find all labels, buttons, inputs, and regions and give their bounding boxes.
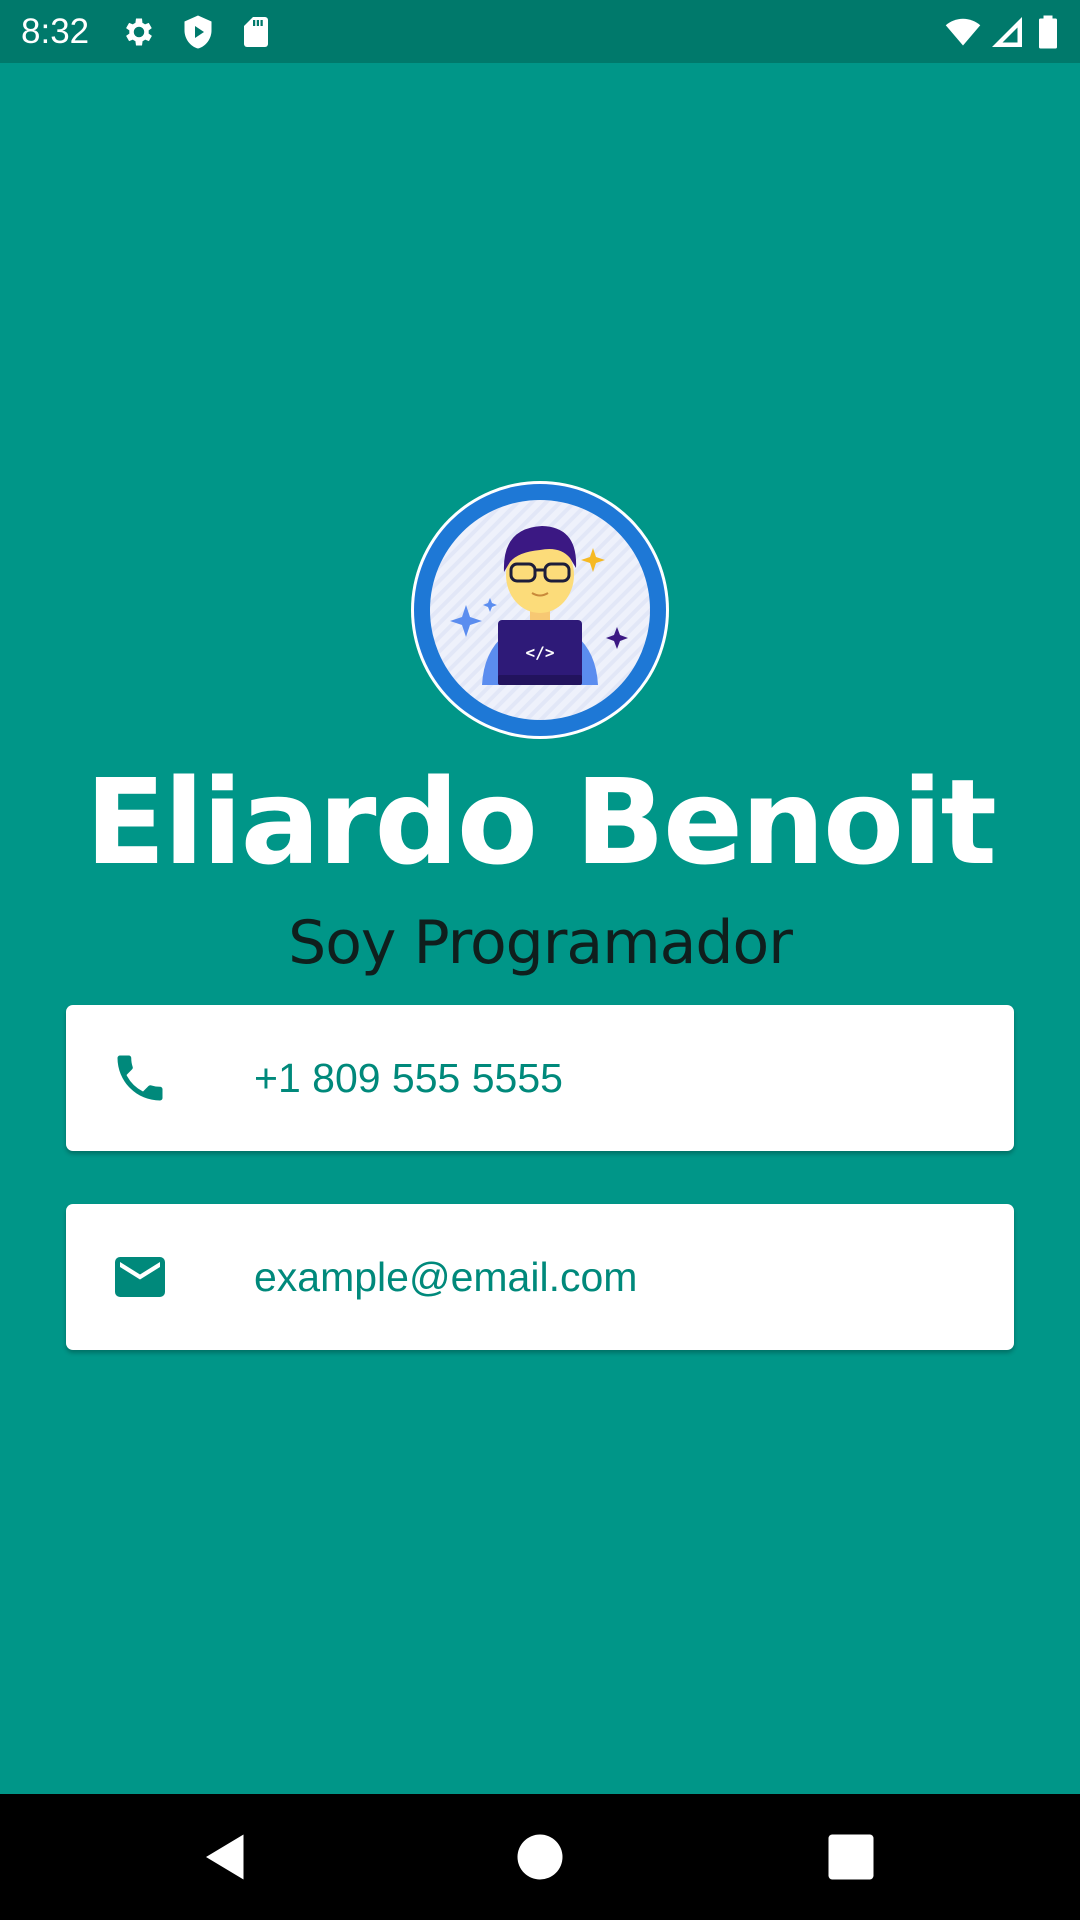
home-icon[interactable]	[510, 1827, 570, 1887]
navigation-bar	[0, 1794, 1080, 1920]
app-screen: 8:32 </> Eliardo Benoit Soy Programador …	[0, 0, 1080, 1920]
cell-signal-icon	[992, 17, 1022, 47]
battery-icon	[1039, 15, 1057, 49]
recents-icon[interactable]	[821, 1827, 881, 1887]
profile-title: Soy Programador	[288, 908, 793, 978]
gear-icon	[126, 18, 152, 46]
shield-play-icon	[184, 15, 212, 49]
mail-icon	[115, 1257, 165, 1297]
phone-icon	[117, 1055, 163, 1101]
phone-card[interactable]: +1 809 555 5555	[66, 1005, 1014, 1151]
email-card[interactable]: example@email.com	[66, 1204, 1014, 1350]
status-bar: 8:32	[0, 0, 1080, 63]
back-icon[interactable]	[196, 1827, 256, 1887]
avatar-code-text: </>	[526, 643, 555, 662]
status-time: 8:32	[21, 12, 90, 51]
sd-card-icon	[244, 17, 268, 47]
email-address: example@email.com	[254, 1254, 638, 1300]
programmer-avatar-icon: </>	[411, 481, 669, 739]
wifi-icon	[945, 18, 981, 46]
avatar: </>	[410, 480, 670, 740]
phone-number: +1 809 555 5555	[254, 1055, 563, 1101]
profile-name: Eliardo Benoit	[85, 753, 997, 891]
